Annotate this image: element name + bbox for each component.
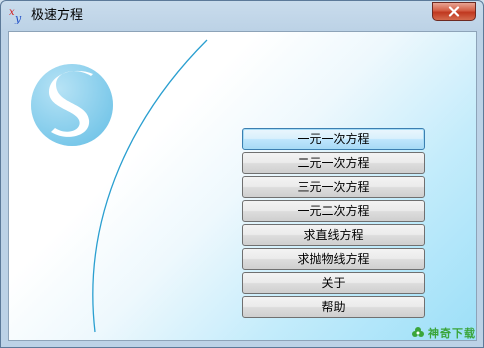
clover-icon <box>412 327 424 337</box>
s-logo <box>31 64 113 146</box>
button-linear-one-var[interactable]: 一元一次方程 <box>242 128 425 150</box>
app-icon: x y <box>9 7 22 24</box>
app-window: x y 极速方程 一元一次方程 二元一次方程 三元一次方程 一元二次方程 求直线… <box>0 0 484 348</box>
button-line-equation[interactable]: 求直线方程 <box>242 224 425 246</box>
close-button[interactable] <box>432 2 476 21</box>
watermark-text: 神奇下载 <box>428 327 476 340</box>
decorative-curve <box>92 39 208 333</box>
svg-text:y: y <box>14 12 22 24</box>
button-linear-two-var[interactable]: 二元一次方程 <box>242 152 425 174</box>
button-help[interactable]: 帮助 <box>242 296 425 318</box>
close-icon <box>448 6 460 17</box>
button-parabola-equation[interactable]: 求抛物线方程 <box>242 248 425 270</box>
button-linear-three-var[interactable]: 三元一次方程 <box>242 176 425 198</box>
button-about[interactable]: 关于 <box>242 272 425 294</box>
window-title: 极速方程 <box>31 8 84 23</box>
button-quadratic[interactable]: 一元二次方程 <box>242 200 425 222</box>
watermark: 神奇下载 <box>411 323 481 343</box>
client-area: 一元一次方程 二元一次方程 三元一次方程 一元二次方程 求直线方程 求抛物线方程… <box>8 31 477 341</box>
title-bar[interactable]: x y 极速方程 <box>1 1 483 31</box>
